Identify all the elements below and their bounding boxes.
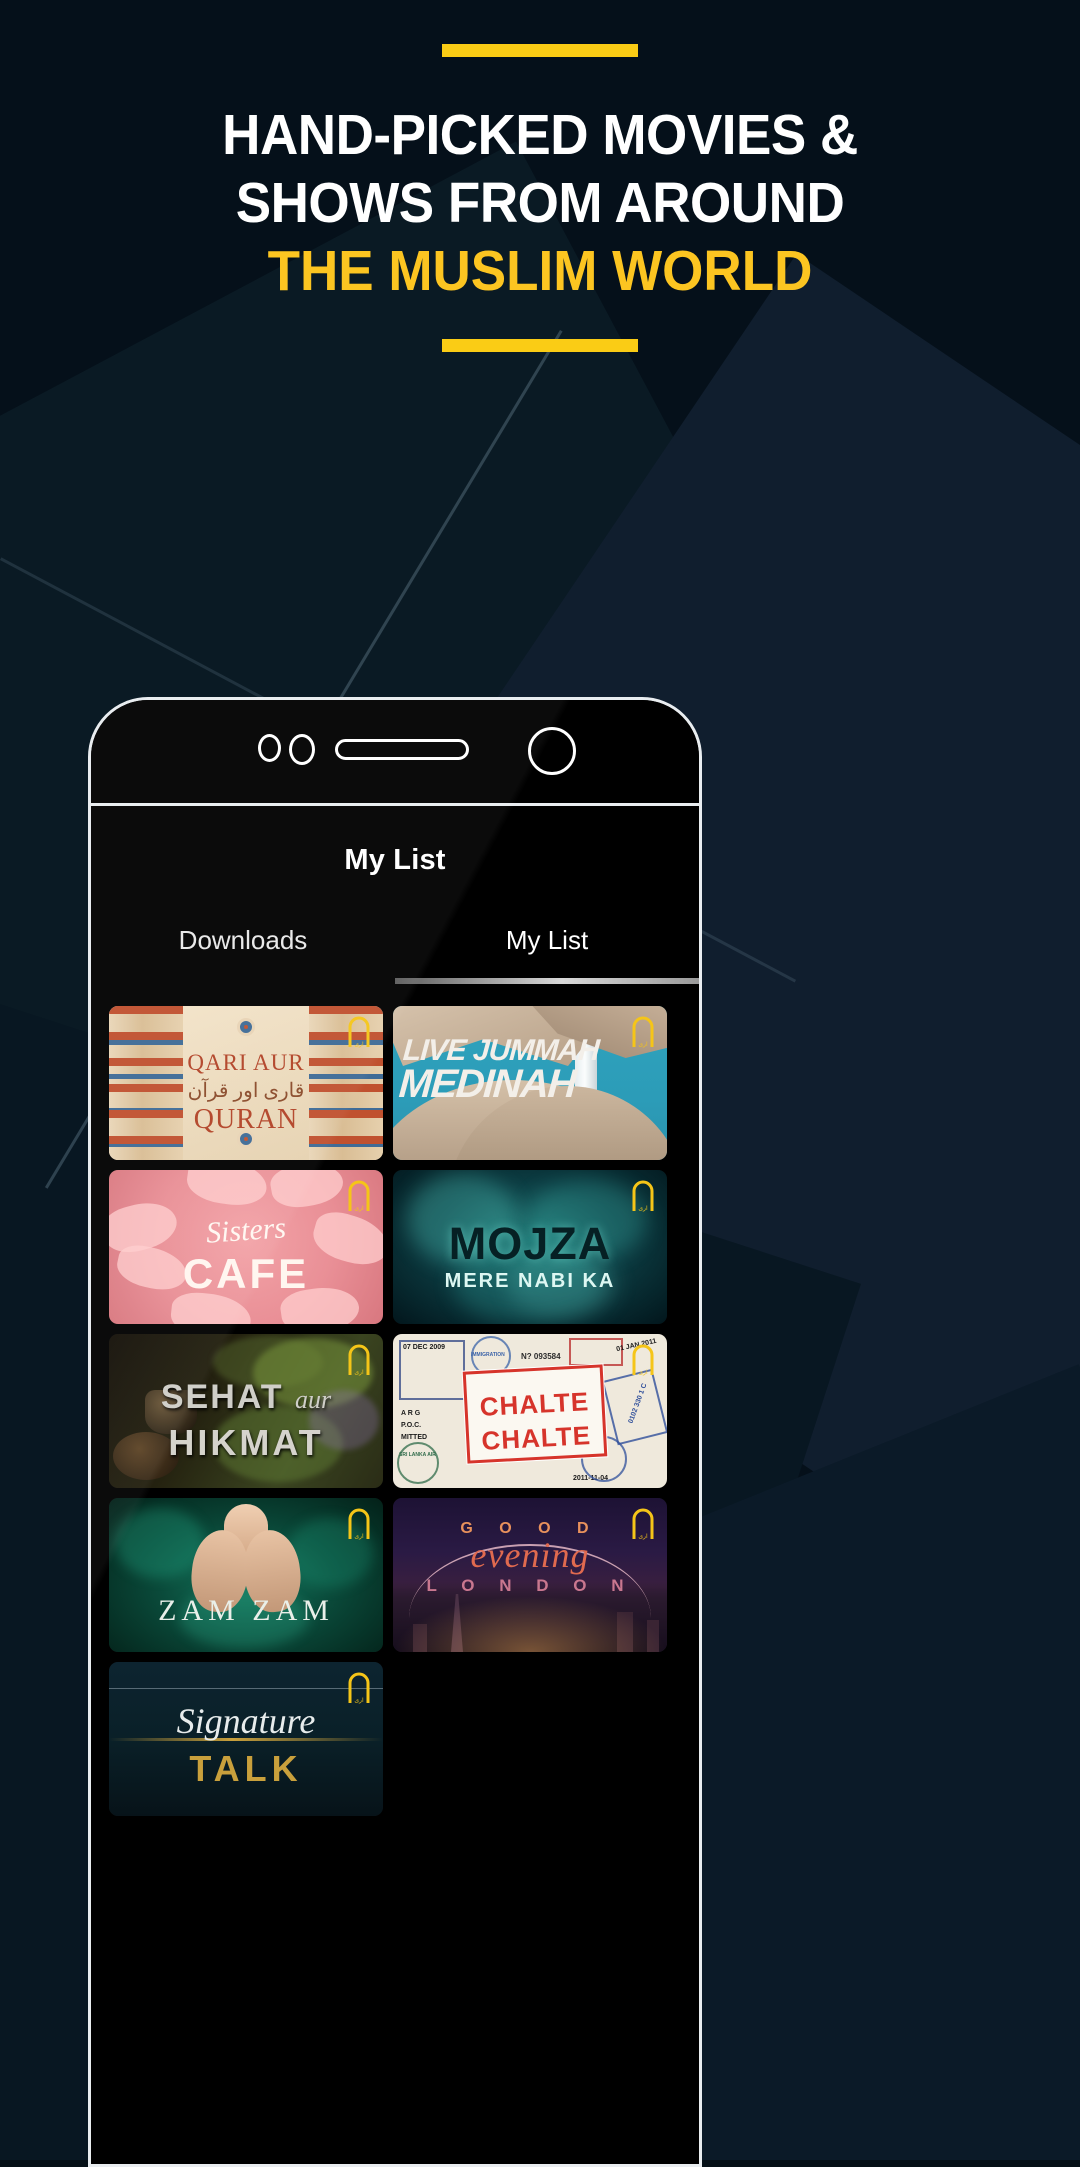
divider-line-1 [109,1688,383,1689]
list-item[interactable]: QARI AUR قاری اور قرآن QURAN ارى [109,1006,383,1160]
ornament-medallion-top [237,1018,255,1036]
stamp-box-2 [569,1338,623,1366]
arch-logo-icon: ارى [630,1178,656,1212]
arch-logo-icon: ارى [346,1670,372,1704]
tile-title-line-2: MERE NABI KA [444,1270,616,1292]
page-title: HAND-PICKED MOVIES & SHOWS FROM AROUND T… [38,101,1042,305]
tile-title-sehat: SEHAT [160,1378,284,1416]
stamp-label-1: 07 DEC 2009 [403,1344,446,1351]
tab-my-list[interactable]: My List [395,925,699,978]
sensor-icon [258,734,281,762]
accent-rule-top [442,44,638,57]
tile-title-line-1: CHALTE [479,1386,590,1422]
tile-title-line-3: L O N D O N [426,1576,634,1595]
list-item[interactable]: SEHAT aur HIKMAT ارى [109,1334,383,1488]
phone-bezel [91,700,699,803]
list-item[interactable]: Sisters CAFE ارى [109,1170,383,1324]
my-list-grid: QARI AUR قاری اور قرآن QURAN ارى LIVE JU… [91,984,699,1816]
promo-line-3: THE MUSLIM WORLD [267,239,813,303]
stamp-label-2: IMMIGRATION [471,1352,505,1358]
tile-title-line-2: QURAN [193,1104,299,1135]
promo-banner: HAND-PICKED MOVIES & SHOWS FROM AROUND T… [0,0,1080,500]
arch-logo-icon: ارى [630,1342,656,1376]
arch-logo-svg: ارى [632,1016,654,1048]
tile-title-line-2: CAFE [182,1250,310,1297]
tile-artwork: 07 DEC 2009 IMMIGRATION N? 093584 01 JAN… [393,1334,667,1488]
arch-logo-svg: ارى [632,1508,654,1540]
promo-line-2: SHOWS FROM AROUND [235,171,845,235]
svg-text:ارى: ارى [638,1041,648,1048]
svg-text:ارى: ارى [638,1369,648,1376]
tile-title-line-2: HIKMAT [168,1422,324,1463]
list-item[interactable]: Signature TALK ارى [109,1662,383,1816]
svg-text:ارى: ارى [354,1205,364,1212]
stamp-label-7: P.O.C. [401,1422,422,1429]
screen-title: My List [344,844,446,876]
tab-bar: Downloads My List [91,925,699,978]
stamp-label-6: A R G [401,1410,421,1417]
list-item[interactable]: LIVE JUMMAH MEDINAH ارى [393,1006,667,1160]
tile-title-line-1: QARI AUR [187,1050,305,1075]
phone-screen: My List Downloads My List QARI AUR قاری … [91,806,699,2164]
arch-logo-icon: ارى [346,1178,372,1212]
tile-title-line-1: Signature [176,1701,316,1741]
tab-downloads-label: Downloads [178,925,308,955]
earpiece-speaker-icon [335,739,469,760]
list-item[interactable]: MOJZA MERE NABI KA ارى [393,1170,667,1324]
stamp-circle-2 [397,1442,439,1484]
arch-logo-svg: ارى [348,1016,370,1048]
hand-3 [184,1170,270,1210]
arch-logo-svg: ارى [348,1180,370,1212]
tile-title-line-1: SEHAT aur [109,1378,383,1417]
arch-logo-icon: ارى [346,1014,372,1048]
arch-logo-svg: ارى [348,1672,370,1704]
promo-line-1: HAND-PICKED MOVIES & [222,103,858,167]
svg-text:ارى: ارى [638,1533,648,1540]
arch-logo-svg: ارى [632,1344,654,1376]
stamp-label-9: SRI LANKA AIR [399,1452,436,1458]
tab-my-list-label: My List [505,925,589,955]
arch-logo-icon: ارى [630,1506,656,1540]
tile-title-line-2: MEDINAH [397,1062,577,1106]
svg-text:ارى: ارى [354,1041,364,1048]
arch-logo-icon: ارى [630,1014,656,1048]
tile-title-line-2: evening [470,1535,590,1575]
chalte-chalte-plate: CHALTE CHALTE [462,1364,608,1464]
svg-text:ارى: ارى [354,1533,364,1540]
front-camera-icon [528,727,576,775]
arch-logo-svg: ارى [632,1180,654,1212]
arch-logo-icon: ارى [346,1342,372,1376]
arch-logo-svg: ارى [348,1508,370,1540]
svg-text:ارى: ارى [354,1369,364,1376]
list-item[interactable]: G O O D evening L O N D O N ارى [393,1498,667,1652]
tile-title-line-1: MOJZA [448,1218,612,1269]
stamp-label-3: N? 093584 [521,1352,561,1361]
arch-logo-icon: ارى [346,1506,372,1540]
arch-logo-svg: ارى [348,1344,370,1376]
list-item[interactable]: 07 DEC 2009 IMMIGRATION N? 093584 01 JAN… [393,1334,667,1488]
list-item[interactable]: ZAM ZAM ارى [109,1498,383,1652]
proximity-sensor-icon [289,734,315,765]
svg-text:ارى: ارى [638,1205,648,1212]
hand-4 [267,1170,347,1212]
svg-text:ارى: ارى [354,1697,364,1704]
phone-mockup: My List Downloads My List QARI AUR قاری … [88,697,702,2167]
tile-title-line-2: CHALTE [480,1420,592,1456]
tile-title-aur: aur [295,1385,332,1414]
tile-artwork [109,1498,383,1652]
tile-title-line-1: ZAM ZAM [158,1594,334,1627]
stamp-label-8: MITTED [401,1434,428,1441]
tile-title-line-2: TALK [189,1748,303,1789]
tile-title-urdu: قاری اور قرآن [187,1080,305,1102]
accent-rule-bottom [442,339,638,352]
tab-downloads[interactable]: Downloads [91,925,395,978]
